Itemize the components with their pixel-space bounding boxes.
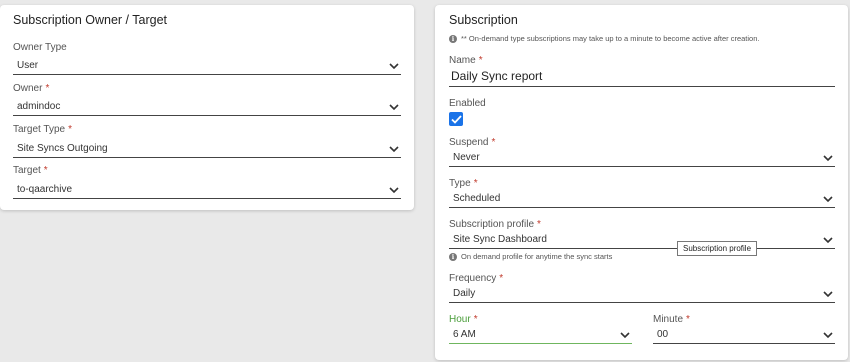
chevron-down-icon	[823, 291, 833, 298]
info-icon: i	[449, 34, 457, 43]
subscription-card-title: Subscription	[449, 13, 518, 27]
owner-label: Owner *	[13, 83, 50, 94]
subscription-card: Subscription i ** On-demand type subscri…	[435, 5, 848, 360]
chevron-down-icon	[823, 332, 833, 339]
profile-tooltip: Subscription profile	[677, 241, 758, 256]
name-label: Name *	[449, 55, 483, 66]
suspend-select[interactable]: Never	[449, 152, 835, 167]
target-type-value: Site Syncs Outgoing	[17, 143, 108, 154]
chevron-down-icon	[823, 155, 833, 162]
frequency-value: Daily	[453, 288, 476, 299]
enabled-checkbox[interactable]	[449, 112, 463, 126]
hour-select[interactable]: 6 AM	[449, 329, 632, 344]
chevron-down-icon	[389, 187, 399, 194]
suspend-label: Suspend *	[449, 137, 496, 148]
minute-label: Minute *	[653, 314, 690, 325]
hour-value: 6 AM	[453, 329, 476, 340]
check-icon	[450, 114, 462, 124]
name-value: Daily Sync report	[451, 69, 543, 83]
chevron-down-icon	[389, 63, 399, 70]
frequency-select[interactable]: Daily	[449, 288, 835, 303]
type-select[interactable]: Scheduled	[449, 193, 835, 208]
target-select[interactable]: to-qaarchive	[13, 184, 401, 199]
hour-label: Hour *	[449, 314, 478, 325]
chevron-down-icon	[620, 332, 630, 339]
owner-value: admindoc	[17, 101, 61, 112]
frequency-label: Frequency *	[449, 273, 504, 284]
type-label: Type *	[449, 178, 478, 189]
minute-select[interactable]: 00	[653, 329, 835, 344]
profile-value: Site Sync Dashboard	[453, 234, 547, 245]
owner-select[interactable]: admindoc	[13, 101, 401, 116]
enabled-label: Enabled	[449, 98, 486, 109]
chevron-down-icon	[389, 146, 399, 153]
owner-type-select[interactable]: User	[13, 60, 401, 75]
owner-type-label: Owner Type	[13, 42, 67, 53]
owner-type-value: User	[17, 60, 39, 71]
owner-card-title: Subscription Owner / Target	[13, 13, 168, 27]
profile-label: Subscription profile *	[449, 219, 541, 230]
profile-select[interactable]: Site Sync Dashboard	[449, 234, 835, 249]
chevron-down-icon	[823, 237, 833, 244]
suspend-value: Never	[453, 152, 480, 163]
chevron-down-icon	[823, 196, 833, 203]
target-type-select[interactable]: Site Syncs Outgoing	[13, 143, 401, 158]
info-icon: i	[449, 252, 457, 261]
target-value: to-qaarchive	[17, 184, 73, 195]
target-label: Target *	[13, 165, 48, 176]
minute-value: 00	[657, 329, 669, 340]
chevron-down-icon	[389, 104, 399, 111]
target-type-label: Target Type *	[13, 124, 72, 135]
type-value: Scheduled	[453, 193, 501, 204]
name-input[interactable]: Daily Sync report	[449, 69, 835, 87]
owner-target-card: Subscription Owner / Target Owner Type U…	[0, 5, 414, 210]
on-demand-notice: i ** On-demand type subscriptions may ta…	[449, 34, 760, 43]
profile-hint: i On demand profile for anytime the sync…	[449, 252, 612, 261]
